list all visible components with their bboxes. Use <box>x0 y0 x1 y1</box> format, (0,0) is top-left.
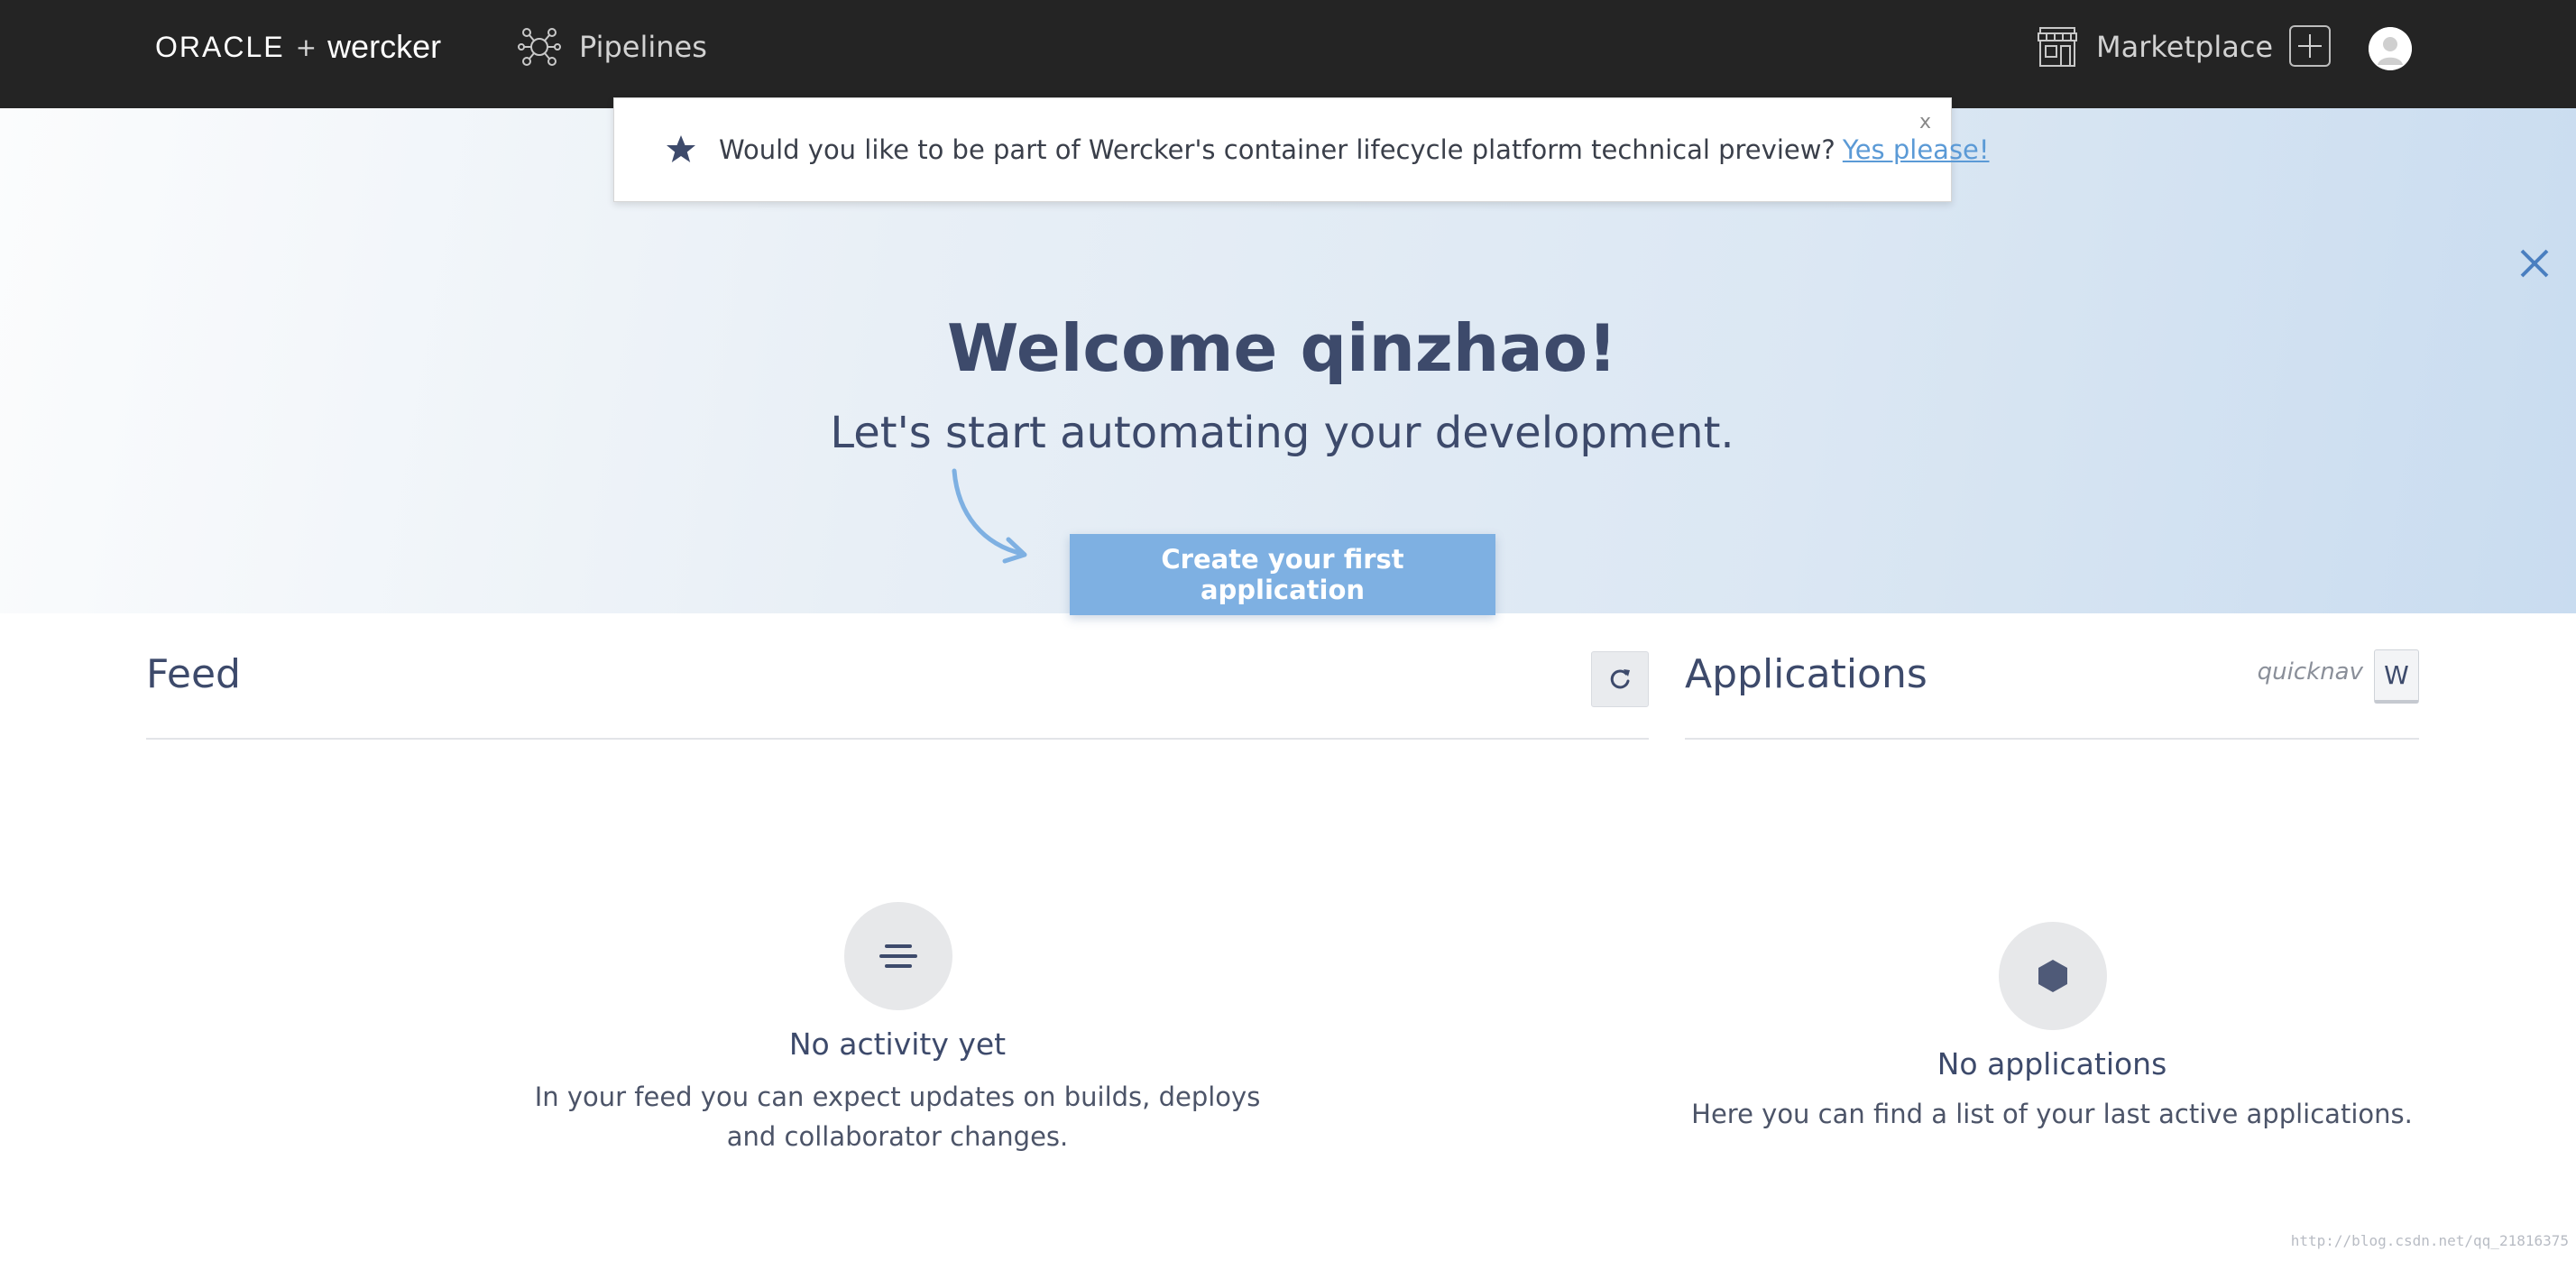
quicknav-shortcut-key[interactable]: W <box>2374 649 2419 704</box>
curved-arrow-icon <box>947 467 1037 566</box>
welcome-title: Welcome qinzhao! <box>947 310 1617 386</box>
nav-marketplace-link[interactable]: Marketplace <box>2035 22 2273 72</box>
feed-refresh-button[interactable] <box>1591 651 1649 707</box>
applications-title: Applications <box>1685 651 1927 697</box>
brand-oracle-text: ORACLE <box>155 30 285 63</box>
welcome-subtitle: Let's start automating your development. <box>830 408 1734 458</box>
oracle-wercker-logo[interactable]: ORACLE + wercker <box>155 27 441 67</box>
feed-divider <box>146 738 1649 740</box>
feed-empty-title: No activity yet <box>788 1026 1007 1062</box>
create-first-application-button[interactable]: Create your first application <box>1070 534 1495 615</box>
applications-divider <box>1685 738 2419 740</box>
yes-please-link[interactable]: Yes please! <box>1843 134 1990 165</box>
hexagon-icon <box>2038 960 2067 992</box>
nav-pipelines-link[interactable]: Pipelines <box>518 23 707 70</box>
notice-text: Would you like to be part of Wercker's c… <box>719 134 1835 165</box>
dismiss-hero-button[interactable] <box>2516 245 2553 281</box>
brand-plus-text: + <box>295 32 317 62</box>
feed-empty-description: In your feed you can expect updates on b… <box>534 1082 1261 1152</box>
watermark-text: http://blog.csdn.net/qq_21816375 <box>2290 1232 2569 1249</box>
applications-empty-title: No applications <box>1937 1046 2167 1082</box>
close-icon <box>2520 249 2549 278</box>
pipelines-icon <box>518 28 561 66</box>
storefront-icon <box>2038 27 2077 67</box>
star-icon <box>665 133 697 166</box>
notice-close-button[interactable]: x <box>1919 111 1931 133</box>
feed-empty-badge <box>844 902 952 1010</box>
brand-wercker-text: wercker <box>327 28 442 65</box>
add-button[interactable] <box>2289 25 2331 67</box>
feed-lines-icon <box>879 944 917 968</box>
nav-pipelines-label: Pipelines <box>579 30 707 64</box>
applications-empty-description: Here you can find a list of your last ac… <box>1691 1099 2413 1129</box>
user-avatar[interactable] <box>2369 27 2412 70</box>
user-avatar-icon <box>2369 27 2412 70</box>
plus-icon <box>2298 34 2322 58</box>
top-navbar: ORACLE + wercker Pipelines Marketplace <box>0 0 2576 108</box>
quicknav-label: quicknav <box>2257 658 2363 686</box>
feed-title: Feed <box>146 651 241 697</box>
technical-preview-notice: Would you like to be part of Wercker's c… <box>613 97 1990 202</box>
nav-marketplace-label: Marketplace <box>2096 30 2274 64</box>
applications-empty-badge <box>1999 922 2107 1030</box>
refresh-icon <box>1610 669 1630 689</box>
